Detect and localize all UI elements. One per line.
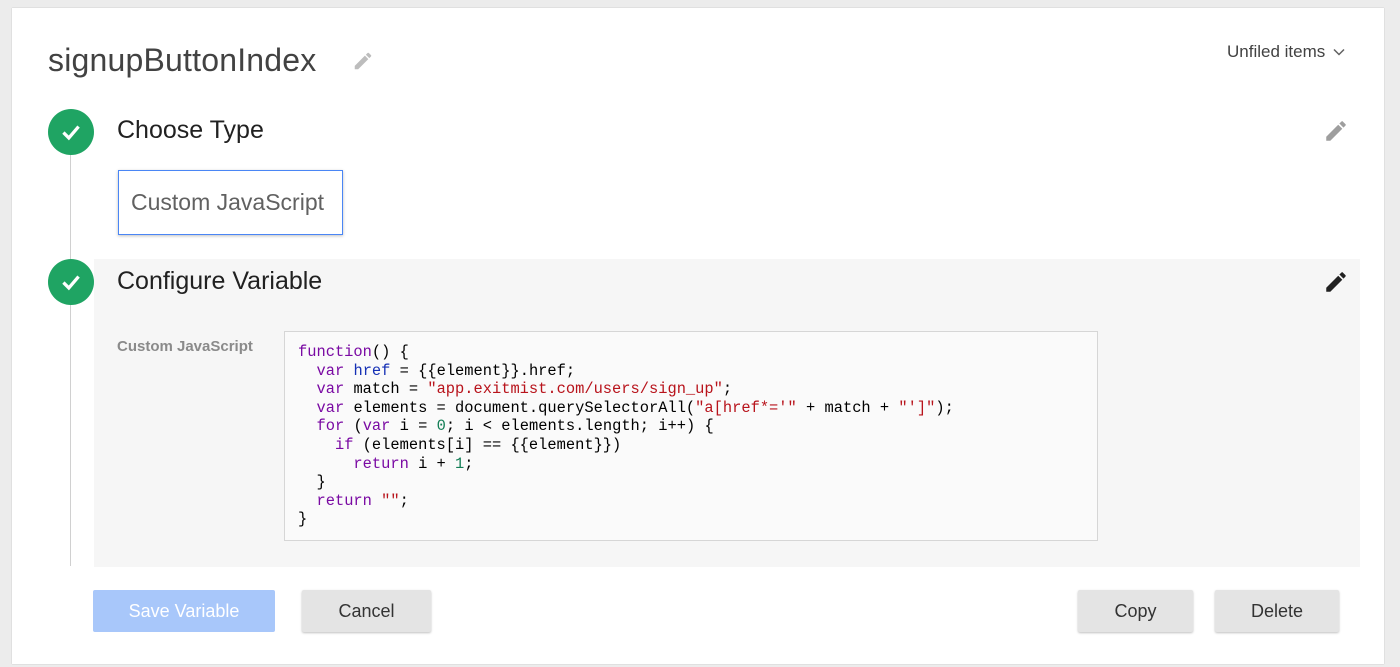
- folder-dropdown[interactable]: Unfiled items: [1227, 42, 1345, 62]
- cancel-button[interactable]: Cancel: [302, 590, 431, 632]
- edit-config-pencil-icon[interactable]: [1323, 269, 1349, 295]
- rename-pencil-icon[interactable]: [352, 50, 374, 72]
- edit-type-pencil-icon[interactable]: [1323, 118, 1349, 144]
- save-variable-button[interactable]: Save Variable: [93, 590, 275, 632]
- chevron-down-icon: [1333, 48, 1345, 56]
- selected-type-label: Custom JavaScript: [131, 189, 325, 215]
- selected-type-tile[interactable]: Custom JavaScript: [118, 170, 343, 235]
- variable-name-title: signupButtonIndex: [48, 42, 317, 78]
- step-title-choose-type: Choose Type: [117, 116, 264, 144]
- custom-javascript-field-label: Custom JavaScript: [117, 338, 253, 355]
- step-complete-check-icon: [48, 259, 94, 305]
- code-editor[interactable]: function() { var href = {{element}}.href…: [284, 331, 1098, 541]
- folder-label: Unfiled items: [1227, 42, 1326, 61]
- copy-button[interactable]: Copy: [1078, 590, 1193, 632]
- step-title-configure-variable: Configure Variable: [117, 267, 323, 295]
- delete-button[interactable]: Delete: [1215, 590, 1339, 632]
- code-content: function() { var href = {{element}}.href…: [298, 343, 954, 529]
- step-connector-line: [70, 154, 71, 566]
- step-complete-check-icon: [48, 109, 94, 155]
